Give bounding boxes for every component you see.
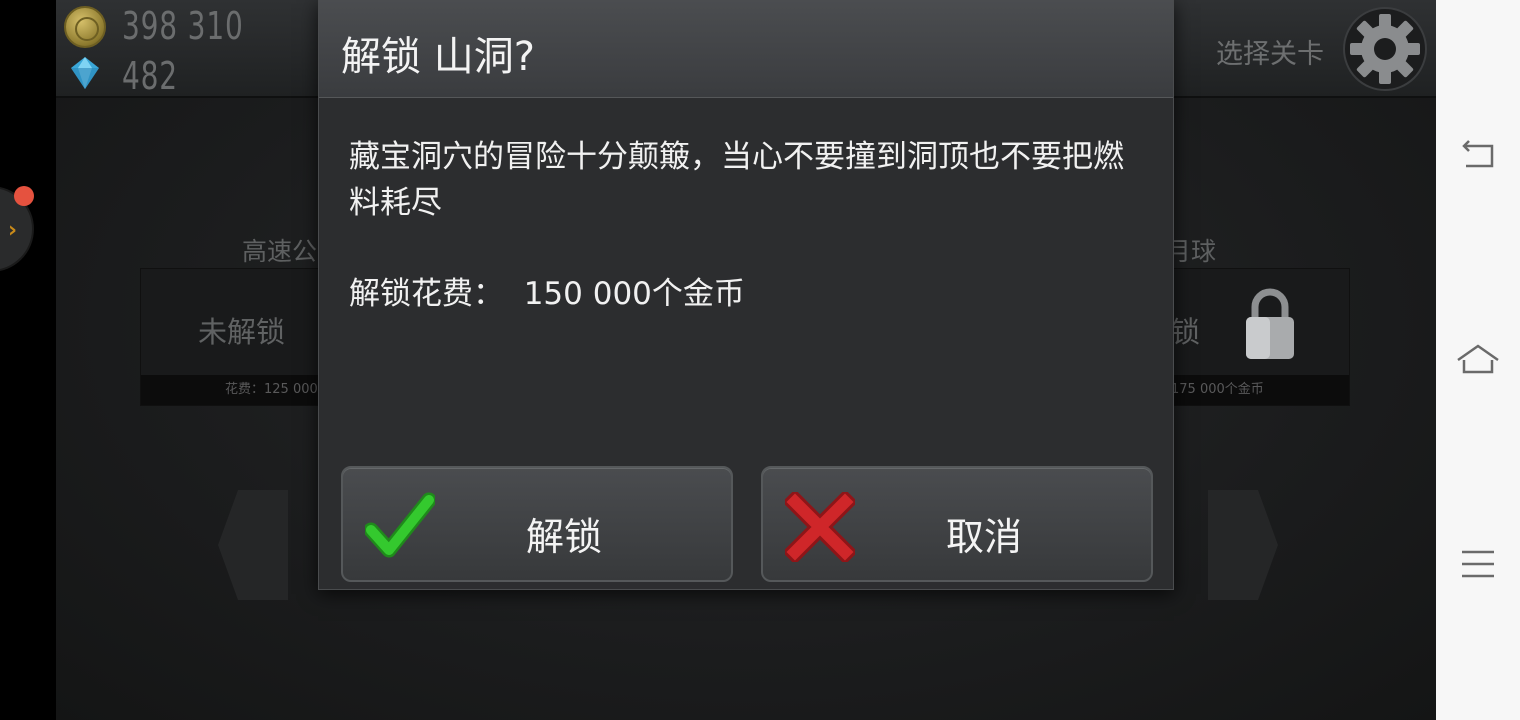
- padlock-icon: [1246, 288, 1294, 359]
- unlock-button[interactable]: 解锁: [341, 466, 733, 582]
- level-status-left: 未解锁: [198, 315, 286, 349]
- dialog-header: 解锁 山洞?: [319, 0, 1173, 98]
- gear-icon[interactable]: [1342, 6, 1428, 92]
- next-level-arrow[interactable]: [1208, 490, 1278, 600]
- level-cost-left: 花费：125 000: [225, 382, 318, 397]
- level-cost-right: 175 000个金币: [1171, 382, 1264, 397]
- unlock-cost: 解锁花费： 150 000个金币: [349, 276, 745, 312]
- chevron-right-icon: ›: [8, 218, 18, 243]
- previous-level-arrow[interactable]: [218, 490, 288, 600]
- cancel-button-label: 取消: [945, 515, 1022, 559]
- gem-balance: 482: [122, 54, 178, 98]
- level-name-left: 高速公: [242, 237, 318, 266]
- coin-icon: [64, 6, 106, 48]
- unlock-button-label: 解锁: [525, 515, 602, 559]
- cancel-button[interactable]: 取消: [761, 466, 1153, 582]
- select-level-label[interactable]: 选择关卡: [1216, 32, 1324, 71]
- home-icon[interactable]: [1456, 338, 1500, 382]
- menu-icon[interactable]: [1456, 542, 1500, 586]
- level-card-right[interactable]: 锁 175 000个金币: [1170, 268, 1350, 406]
- level-status-right: 锁: [1171, 315, 1201, 349]
- level-card-left[interactable]: 未解锁 花费：125 000: [140, 268, 320, 406]
- dialog-title: 解锁 山洞?: [341, 34, 535, 80]
- game-screen: 398 310 482 选择关卡 › 高速公 未解锁 花费：125 000 月球…: [0, 0, 1436, 720]
- dialog-description: 藏宝洞穴的冒险十分颠簸，当心不要撞到洞顶也不要把燃料耗尽: [349, 139, 1124, 221]
- back-icon[interactable]: [1456, 134, 1500, 178]
- coin-balance: 398 310: [122, 4, 244, 48]
- notification-dot: [14, 186, 34, 206]
- unlock-dialog: 解锁 山洞? 藏宝洞穴的冒险十分颠簸，当心不要撞到洞顶也不要把燃料耗尽 解锁花费…: [318, 0, 1174, 590]
- diamond-icon: [71, 57, 99, 89]
- system-nav-bar: [1436, 0, 1520, 720]
